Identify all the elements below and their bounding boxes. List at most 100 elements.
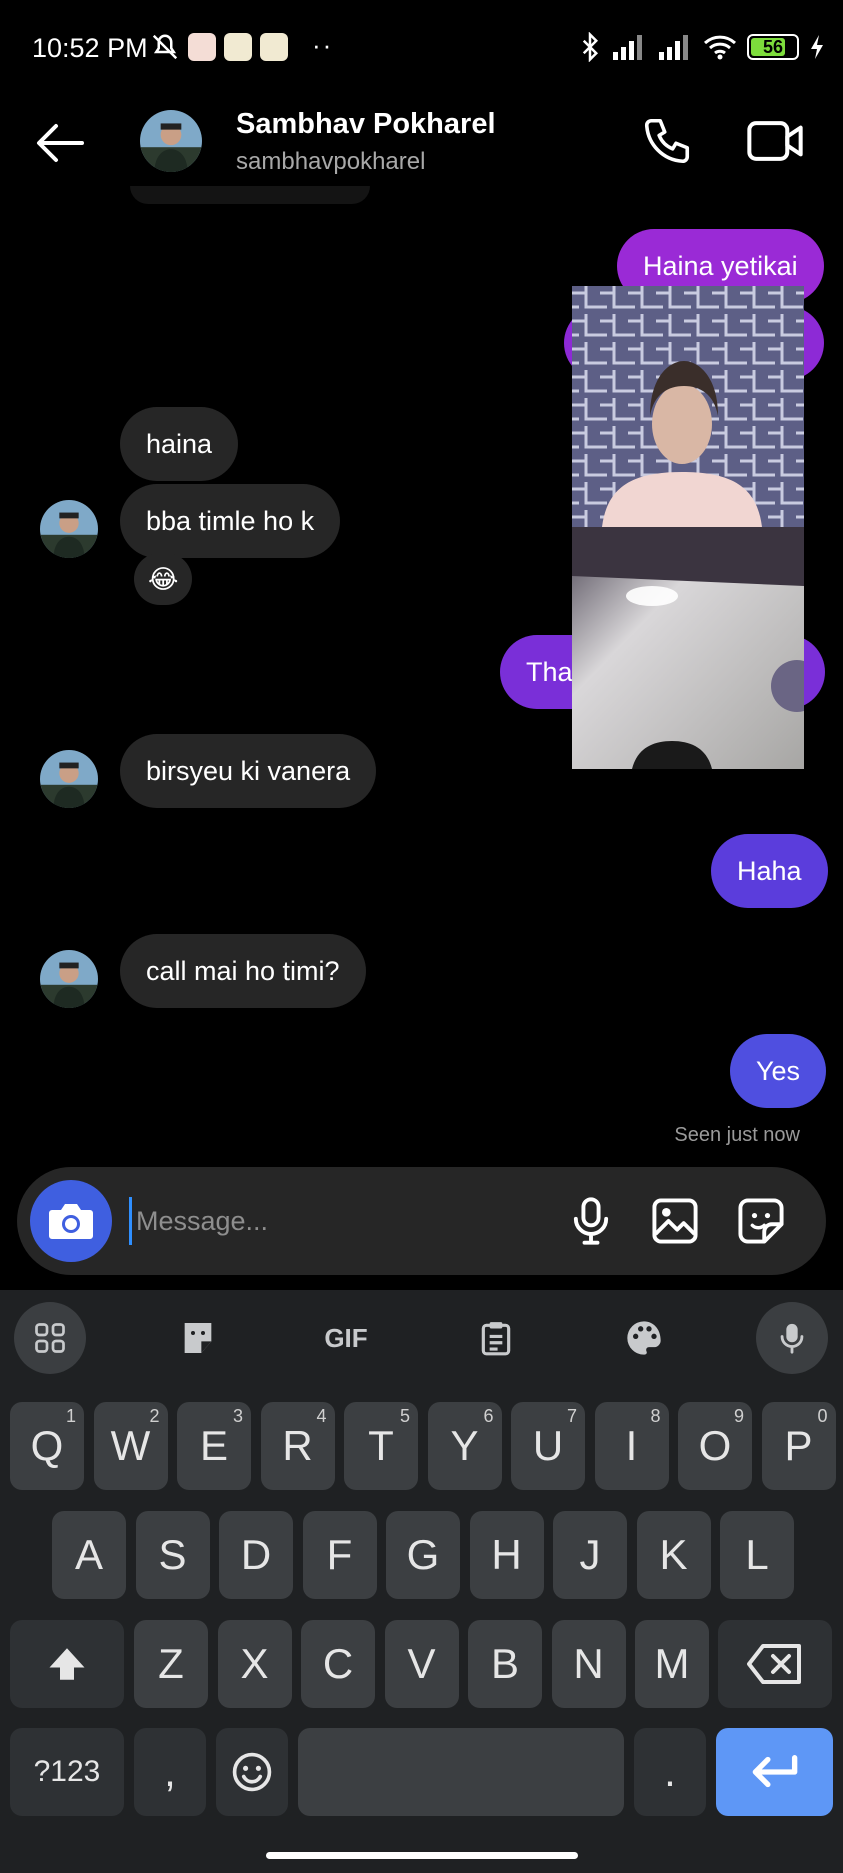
contact-username: sambhavpokharel xyxy=(236,148,426,175)
status-notification-icons xyxy=(150,32,288,62)
key-label: B xyxy=(490,1640,519,1687)
key-t[interactable]: T5 xyxy=(344,1402,418,1490)
period-key[interactable]: . xyxy=(634,1728,706,1816)
contact-name[interactable]: Sambhav Pokharel xyxy=(236,108,496,141)
key-f[interactable]: F xyxy=(302,1511,377,1599)
key-a[interactable]: A xyxy=(52,1511,126,1599)
message-bubble-incoming[interactable]: haina xyxy=(120,407,239,481)
keyboard-toolbar: GIF xyxy=(0,1298,843,1378)
key-label: Q xyxy=(30,1422,64,1469)
sticker-button[interactable] xyxy=(162,1310,234,1366)
message-bubble-incoming[interactable]: call mai ho timi? xyxy=(120,934,366,1008)
key-number-hint: 1 xyxy=(65,1406,76,1426)
more-notifications-icon: ·· xyxy=(312,30,334,60)
key-m[interactable]: M xyxy=(635,1620,709,1708)
message-bubble-incoming[interactable]: birsyeu ki vanera xyxy=(120,734,377,808)
key-label: Y xyxy=(450,1422,479,1469)
symbols-key[interactable]: ?123 xyxy=(10,1728,124,1816)
sticker-icon xyxy=(184,1323,212,1353)
theme-button[interactable] xyxy=(608,1310,680,1366)
key-x[interactable]: X xyxy=(217,1620,292,1708)
comma-key[interactable]: , xyxy=(134,1728,206,1816)
key-o[interactable]: O9 xyxy=(678,1402,752,1490)
key-label: V xyxy=(407,1640,436,1687)
key-l[interactable]: L xyxy=(720,1511,794,1599)
back-arrow-icon[interactable] xyxy=(34,122,86,164)
phone-call-icon[interactable] xyxy=(640,114,694,168)
key-label: U xyxy=(532,1422,564,1469)
key-v[interactable]: V xyxy=(384,1620,459,1708)
key-label: X xyxy=(240,1640,269,1687)
key-e[interactable]: E3 xyxy=(177,1402,251,1490)
space-key[interactable] xyxy=(298,1728,624,1816)
key-r[interactable]: R4 xyxy=(260,1402,335,1490)
key-number-hint: 3 xyxy=(232,1406,243,1426)
avatar[interactable] xyxy=(40,750,98,808)
camera-button[interactable] xyxy=(30,1180,112,1262)
microphone-icon xyxy=(780,1323,804,1354)
key-z[interactable]: Z xyxy=(134,1620,208,1708)
key-label: I xyxy=(625,1422,638,1469)
clipboard-button[interactable] xyxy=(460,1310,532,1366)
shift-key[interactable] xyxy=(10,1620,124,1708)
avatar[interactable] xyxy=(40,500,98,558)
key-n[interactable]: N xyxy=(551,1620,626,1708)
key-label: P xyxy=(784,1422,813,1469)
key-y[interactable]: Y6 xyxy=(427,1402,502,1490)
key-d[interactable]: D xyxy=(219,1511,293,1599)
emoji-key[interactable] xyxy=(216,1728,288,1816)
key-j[interactable]: J xyxy=(553,1511,627,1599)
key-label: M xyxy=(654,1640,690,1687)
key-label: R xyxy=(282,1422,313,1469)
key-label: D xyxy=(240,1531,272,1578)
app-notification-icon xyxy=(224,33,252,61)
message-bubble-outgoing[interactable]: Haha xyxy=(711,834,828,908)
key-label: O xyxy=(698,1422,732,1469)
key-label: E xyxy=(199,1422,228,1469)
battery-level: 56 xyxy=(762,36,784,57)
key-label: C xyxy=(322,1640,354,1687)
battery-icon: 56 xyxy=(747,34,799,60)
key-label: H xyxy=(491,1531,522,1578)
key-label: J xyxy=(579,1531,601,1578)
key-i[interactable]: I8 xyxy=(594,1402,669,1490)
gallery-icon[interactable] xyxy=(649,1195,701,1247)
app-notification-icon xyxy=(188,33,216,61)
key-q[interactable]: Q1 xyxy=(10,1402,84,1490)
message-input[interactable] xyxy=(129,1197,549,1245)
video-call-overlay[interactable] xyxy=(572,286,804,769)
enter-key[interactable] xyxy=(716,1728,833,1816)
key-w[interactable]: W2 xyxy=(93,1402,168,1490)
avatar[interactable] xyxy=(40,950,98,1008)
key-h[interactable]: H xyxy=(469,1511,544,1599)
sticker-icon[interactable] xyxy=(735,1195,787,1247)
key-b[interactable]: B xyxy=(468,1620,542,1708)
emoji-icon xyxy=(232,1752,272,1792)
reaction-emoji-bubble[interactable]: 😂 xyxy=(134,553,193,605)
navigation-handle[interactable] xyxy=(266,1852,578,1859)
key-label: F xyxy=(326,1531,353,1578)
video-call-icon[interactable] xyxy=(746,114,804,168)
status-system-icons: 56 xyxy=(579,32,825,62)
key-u[interactable]: U7 xyxy=(511,1402,585,1490)
bell-off-icon xyxy=(152,34,178,60)
avatar[interactable] xyxy=(140,110,202,172)
gif-button[interactable]: GIF xyxy=(310,1310,382,1366)
voice-input-button[interactable] xyxy=(756,1302,828,1374)
message-bubble-outgoing[interactable]: Yes xyxy=(730,1034,827,1108)
chat-header: Sambhav Pokharel sambhavpokharel xyxy=(0,100,843,186)
key-s[interactable]: S xyxy=(135,1511,210,1599)
backspace-icon xyxy=(747,1644,801,1684)
key-number-hint: 7 xyxy=(566,1406,577,1426)
microphone-icon[interactable] xyxy=(565,1195,617,1247)
key-number-hint: 5 xyxy=(399,1406,410,1426)
video-call-feed xyxy=(572,286,804,769)
message-bubble-incoming[interactable]: bba timle ho k xyxy=(120,484,341,558)
backspace-key[interactable] xyxy=(718,1620,832,1708)
seen-status: Seen just now xyxy=(674,1124,800,1146)
apps-grid-button[interactable] xyxy=(14,1302,86,1374)
key-p[interactable]: P0 xyxy=(761,1402,836,1490)
key-g[interactable]: G xyxy=(386,1511,460,1599)
key-k[interactable]: K xyxy=(636,1511,711,1599)
key-c[interactable]: C xyxy=(301,1620,375,1708)
